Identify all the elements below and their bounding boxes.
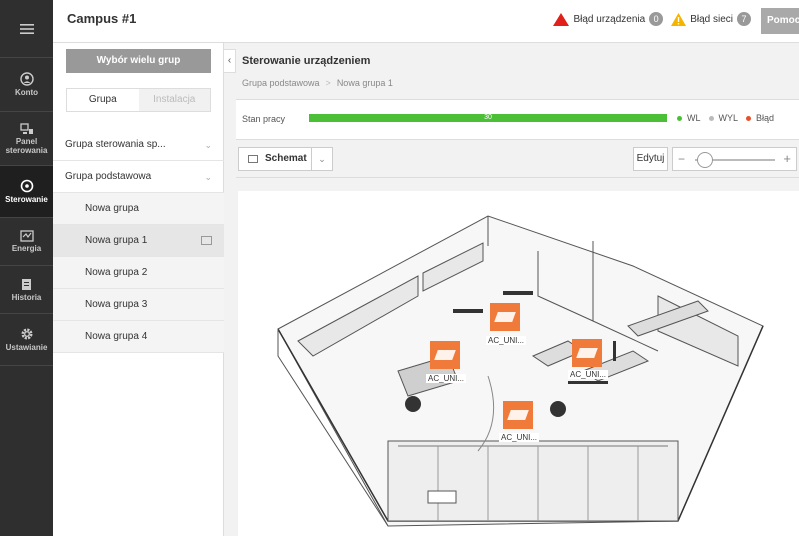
nav-label: Ustawianie	[5, 343, 48, 352]
ac-unit-label: AC_UNI...	[486, 336, 527, 345]
user-icon	[19, 72, 34, 86]
nav-label: Konto	[14, 88, 39, 97]
tree-child-label: Nowa grupa 1	[85, 235, 148, 246]
tree-child-label: Nowa grupa 2	[85, 267, 148, 278]
chevron-down-icon: ⌄	[204, 172, 212, 182]
status-bar: 30	[309, 114, 667, 122]
store-floor-plan	[277, 215, 764, 527]
tree-child-label: Nowa grupa 4	[85, 331, 148, 342]
tree-group-item[interactable]: Grupa podstawowa ⌄	[53, 161, 224, 193]
status-legend: WL WYL Błąd	[669, 113, 774, 123]
view-select-label: Schemat	[265, 153, 307, 164]
main-content: Sterowanie urządzeniem Grupa podstawowa >…	[236, 43, 799, 536]
tree-group-label: Grupa sterowania sp...	[65, 139, 166, 150]
legend-off-dot	[708, 115, 714, 121]
dashboard-icon	[19, 122, 33, 134]
breadcrumb-item: Nowa grupa 1	[336, 78, 393, 88]
status-row: Stan pracy 30 WL WYL Błąd	[236, 100, 799, 140]
chevron-left-icon: ‹	[227, 55, 232, 66]
tree-child-item-selected[interactable]: Nowa grupa 1	[53, 225, 224, 257]
tree-child-label: Nowa grupa	[85, 203, 139, 214]
nav-sterowanie[interactable]: Sterowanie	[0, 166, 53, 218]
group-panel: Wybór wielu grup Grupa Instalacja Grupa …	[53, 43, 224, 536]
ac-unit-icon[interactable]	[503, 401, 533, 429]
view-dropdown-button[interactable]: ⌄	[312, 147, 333, 171]
tree-child-label: Nowa grupa 3	[85, 299, 148, 310]
view-select-button[interactable]: Schemat	[238, 147, 312, 171]
zoom-handle[interactable]	[697, 152, 713, 168]
tab-grupa[interactable]: Grupa	[67, 89, 139, 111]
map-icon	[248, 155, 258, 163]
alerts-area: Błąd urządzenia 0 Błąd sieci 7	[553, 12, 759, 26]
ac-unit-icon[interactable]	[572, 339, 602, 367]
chevron-down-icon: ⌄	[318, 154, 326, 164]
network-warning-icon	[671, 12, 687, 26]
main-nav: Konto Panel sterowania Sterowanie Energi…	[0, 0, 53, 536]
breadcrumb: Grupa podstawowa > Nowa grupa 1	[242, 78, 393, 88]
ac-unit-label: AC_UNI...	[568, 370, 609, 379]
page-header: Sterowanie urządzeniem Grupa podstawowa >…	[236, 43, 799, 100]
ac-unit-label: AC_UNI...	[499, 433, 540, 442]
tree-group-label: Grupa podstawowa	[65, 171, 152, 182]
ac-unit-icon[interactable]	[430, 341, 460, 369]
view-toolbar: Schemat ⌄ Edytuj − +	[236, 140, 799, 178]
zoom-out-icon[interactable]: −	[678, 152, 685, 166]
collapse-panel-button[interactable]: ‹	[224, 49, 236, 73]
network-error-count: 7	[737, 12, 751, 26]
tree-child-item[interactable]: Nowa grupa 4	[53, 321, 224, 353]
nav-panel-sterowania[interactable]: Panel sterowania	[0, 112, 53, 166]
tab-instalacja[interactable]: Instalacja	[138, 89, 210, 111]
nav-ustawianie[interactable]: Ustawianie	[0, 314, 53, 366]
settings-icon	[20, 328, 33, 340]
ac-unit-icon[interactable]	[490, 303, 520, 331]
tree-child-item[interactable]: Nowa grupa 2	[53, 257, 224, 289]
group-tree: Grupa sterowania sp... ⌄ Grupa podstawow…	[53, 129, 224, 353]
tree-child-item[interactable]: Nowa grupa 3	[53, 289, 224, 321]
control-icon	[20, 179, 33, 193]
help-button[interactable]: Pomoc	[761, 8, 799, 34]
tree-group-item[interactable]: Grupa sterowania sp... ⌄	[53, 129, 224, 161]
group-tabs: Grupa Instalacja	[66, 88, 211, 112]
edit-button[interactable]: Edytuj	[633, 147, 668, 171]
menu-button[interactable]	[0, 0, 53, 58]
network-error-label[interactable]: Błąd sieci	[690, 14, 733, 25]
multi-group-select-button[interactable]: Wybór wielu grup	[66, 49, 211, 73]
nav-konto[interactable]: Konto	[0, 58, 53, 112]
nav-label: Sterowanie	[5, 195, 48, 204]
top-bar: Campus #1 Błąd urządzenia 0 Błąd sieci 7…	[53, 0, 799, 43]
history-icon	[22, 278, 31, 290]
legend-on-label: WL	[687, 113, 701, 123]
zoom-in-icon[interactable]: +	[783, 151, 791, 166]
zoom-slider[interactable]: − +	[672, 147, 797, 171]
map-icon	[201, 236, 212, 245]
nav-label: Historia	[11, 292, 42, 302]
nav-label: Energia	[11, 244, 42, 253]
device-error-icon	[553, 12, 570, 26]
device-error-label[interactable]: Błąd urządzenia	[573, 14, 645, 25]
nav-label: Panel sterowania	[5, 136, 48, 155]
status-value: 30	[484, 114, 492, 121]
tree-child-item[interactable]: Nowa grupa	[53, 193, 224, 225]
floor-plan-canvas[interactable]: AC_UNI... AC_UNI... AC_UNI... AC_UNI...	[238, 191, 799, 536]
ac-unit-label: AC_UNI...	[426, 374, 467, 383]
site-title: Campus #1	[67, 11, 137, 26]
energy-icon	[19, 230, 34, 242]
breadcrumb-separator-icon: >	[325, 78, 331, 88]
nav-energia[interactable]: Energia	[0, 218, 53, 266]
legend-error-dot	[746, 115, 752, 121]
legend-on-dot	[677, 115, 682, 121]
chevron-down-icon: ⌄	[204, 140, 212, 150]
nav-historia[interactable]: Historia	[0, 266, 53, 314]
status-label: Stan pracy	[242, 114, 286, 124]
device-error-count: 0	[649, 12, 664, 26]
hamburger-icon	[19, 23, 34, 34]
page-title: Sterowanie urządzeniem	[242, 55, 371, 67]
legend-error-label: Błąd	[756, 113, 775, 123]
breadcrumb-item[interactable]: Grupa podstawowa	[242, 78, 320, 88]
legend-off-label: WYL	[718, 113, 739, 123]
